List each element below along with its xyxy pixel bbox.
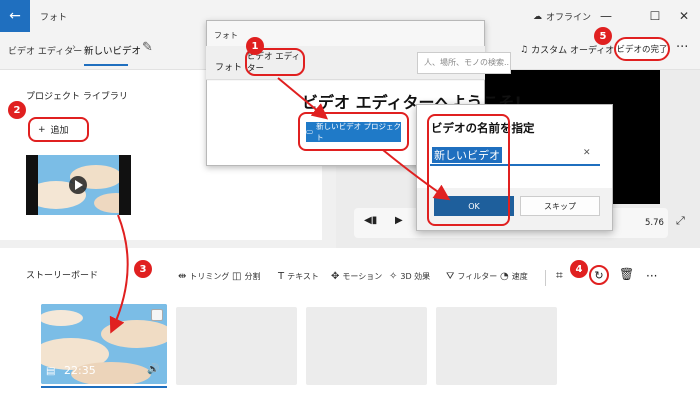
clear-input-icon[interactable]: ✕ [583, 148, 591, 158]
filter-icon: ⛛ [446, 271, 455, 282]
step-badge-2: 2 [8, 101, 26, 119]
custom-audio-button[interactable]: ♫ カスタム オーディオ [520, 43, 614, 57]
play-icon[interactable]: ▶ [395, 215, 403, 226]
speaker-icon[interactable]: 🔊 [147, 364, 159, 375]
overlay-title: フォト [214, 31, 238, 40]
music-note-icon: ♫ [520, 44, 529, 55]
name-dialog-highlight [427, 114, 510, 226]
trash-icon[interactable]: 🗑 [619, 267, 634, 281]
fullscreen-icon[interactable]: ⤢ [676, 214, 685, 228]
split-button[interactable]: ◫ 分割 [232, 271, 260, 282]
3d-effects-button[interactable]: ✧ 3D 効果 [389, 271, 430, 282]
new-video-project-button[interactable]: ▭ 新しいビデオ プロジェクト [306, 121, 401, 142]
clip-selection-bar [41, 386, 167, 388]
speed-icon: ◔ [500, 271, 509, 282]
plus-icon: + [38, 124, 46, 135]
toolbar-divider [545, 270, 546, 286]
film-icon: ▤ [46, 366, 56, 377]
step-badge-3: 3 [134, 260, 152, 278]
finish-video-button[interactable]: ビデオの完了 [614, 37, 670, 61]
trim-icon: ⇹ [178, 271, 187, 282]
trim-button[interactable]: ⇹ トリミング [178, 271, 229, 282]
breadcrumb-current: 新しいビデオ [84, 46, 142, 57]
step-badge-5: 5 [594, 27, 612, 45]
filters-button[interactable]: ⛛ フィルター [446, 271, 497, 282]
motion-button[interactable]: ✥ モーション [331, 271, 382, 282]
back-button[interactable]: ← [0, 0, 30, 32]
playback-time: 5.76 [645, 218, 664, 228]
add-button[interactable]: + 追加 [28, 117, 89, 142]
speed-button[interactable]: ◔ 速度 [500, 271, 528, 282]
storyboard-slot[interactable] [306, 307, 427, 385]
skip-button[interactable]: スキップ [520, 196, 600, 216]
text-icon: T [278, 271, 285, 282]
more-options-icon[interactable]: ··· [676, 40, 688, 55]
video-icon: ▭ [306, 127, 314, 136]
crop-icon[interactable]: ⌗ [556, 268, 563, 283]
split-icon: ◫ [232, 271, 242, 282]
clip-checkbox[interactable] [151, 309, 163, 321]
back-arrow-icon: ← [9, 8, 21, 24]
library-video-thumbnail[interactable] [26, 155, 131, 215]
project-library-title: プロジェクト ライブラリ [26, 92, 128, 102]
clip-duration: 22:35 [64, 364, 96, 377]
storyboard-title: ストーリーボード [26, 271, 99, 281]
step-badge-4: 4 [570, 260, 588, 278]
pencil-icon[interactable]: ✎ [142, 40, 153, 55]
breadcrumb-underline [84, 64, 128, 66]
app-title: フォト [40, 13, 68, 23]
step-badge-1: 1 [246, 37, 264, 55]
text-button[interactable]: T テキスト [278, 271, 319, 282]
storyboard-slot[interactable] [436, 307, 557, 385]
storyboard-more-icon[interactable]: ··· [646, 269, 657, 283]
maximize-button[interactable]: ☐ [645, 6, 665, 26]
thumbnail-image [26, 155, 131, 215]
rotate-button[interactable]: ↻ [589, 265, 609, 285]
offline-status: ☁ オフライン [533, 11, 592, 24]
minimize-button[interactable]: — [596, 6, 616, 26]
rotate-icon: ↻ [594, 268, 604, 282]
search-input[interactable]: 人、場所、モノの検索... [417, 52, 511, 74]
offline-cloud-icon: ☁ [533, 11, 542, 22]
new-video-project-highlight: ▭ 新しいビデオ プロジェクト [298, 112, 409, 151]
storyboard-slot[interactable] [176, 307, 297, 385]
motion-icon: ✥ [331, 271, 340, 282]
tab-photos[interactable]: フォト [215, 60, 242, 73]
breadcrumb-separator: › [72, 42, 76, 53]
rewind-icon[interactable]: ◀▮ [364, 215, 377, 226]
3d-effects-icon: ✧ [389, 271, 398, 282]
close-button[interactable]: ✕ [674, 6, 694, 26]
